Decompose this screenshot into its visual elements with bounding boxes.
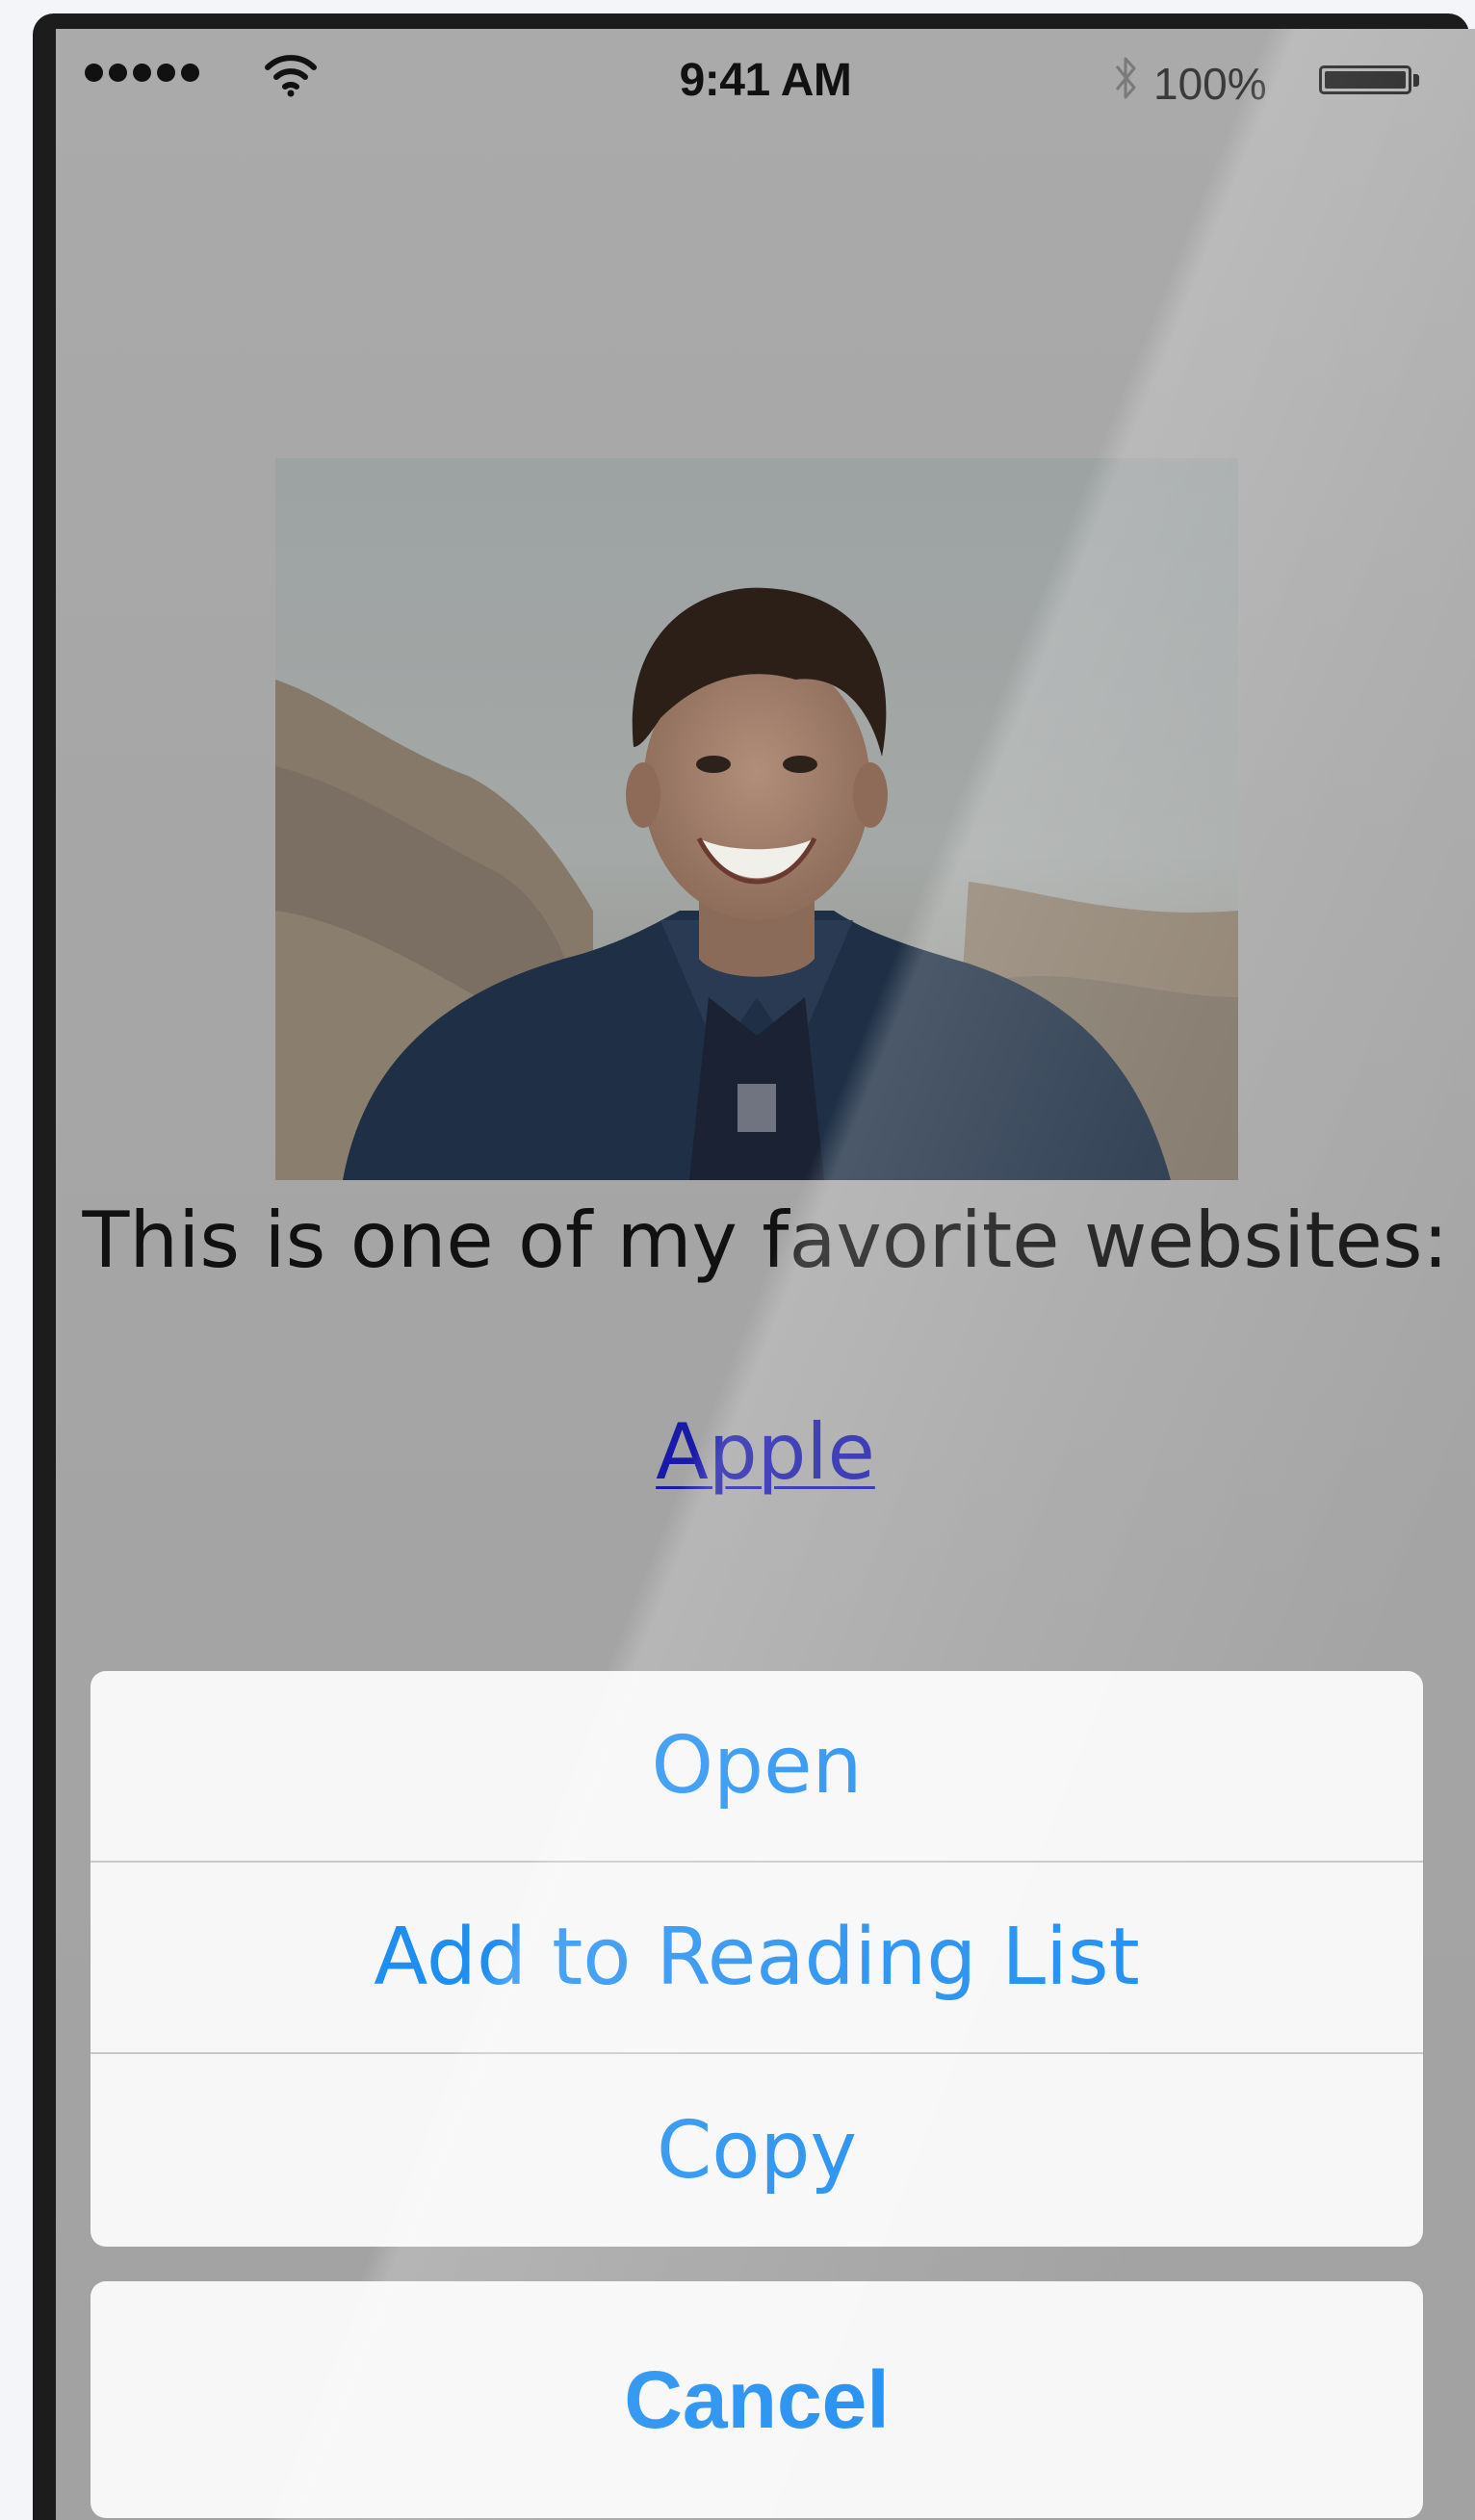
battery-icon — [1319, 65, 1411, 94]
copy-button[interactable]: Copy — [91, 2054, 1423, 2247]
boy-photo — [275, 458, 1238, 1180]
battery-nub — [1413, 74, 1419, 87]
battery-fill — [1325, 71, 1406, 89]
cancel-button[interactable]: Cancel — [91, 2281, 1423, 2518]
add-to-reading-list-button[interactable]: Add to Reading List — [91, 1863, 1423, 2054]
open-button[interactable]: Open — [91, 1671, 1423, 1863]
status-bar: 9:41 AM 100% — [56, 29, 1475, 137]
bluetooth-icon — [1115, 57, 1136, 99]
apple-link-container: Apple — [56, 1400, 1475, 1505]
phone-screen: 9:41 AM 100% This is one of my favorite … — [56, 29, 1475, 2520]
page-caption: This is one of my favorite websites: — [82, 1196, 1449, 1285]
action-sheet: Open Add to Reading List Copy — [91, 1671, 1423, 2247]
apple-link[interactable]: Apple — [656, 1407, 875, 1497]
battery-percentage: 100% — [1153, 59, 1267, 109]
